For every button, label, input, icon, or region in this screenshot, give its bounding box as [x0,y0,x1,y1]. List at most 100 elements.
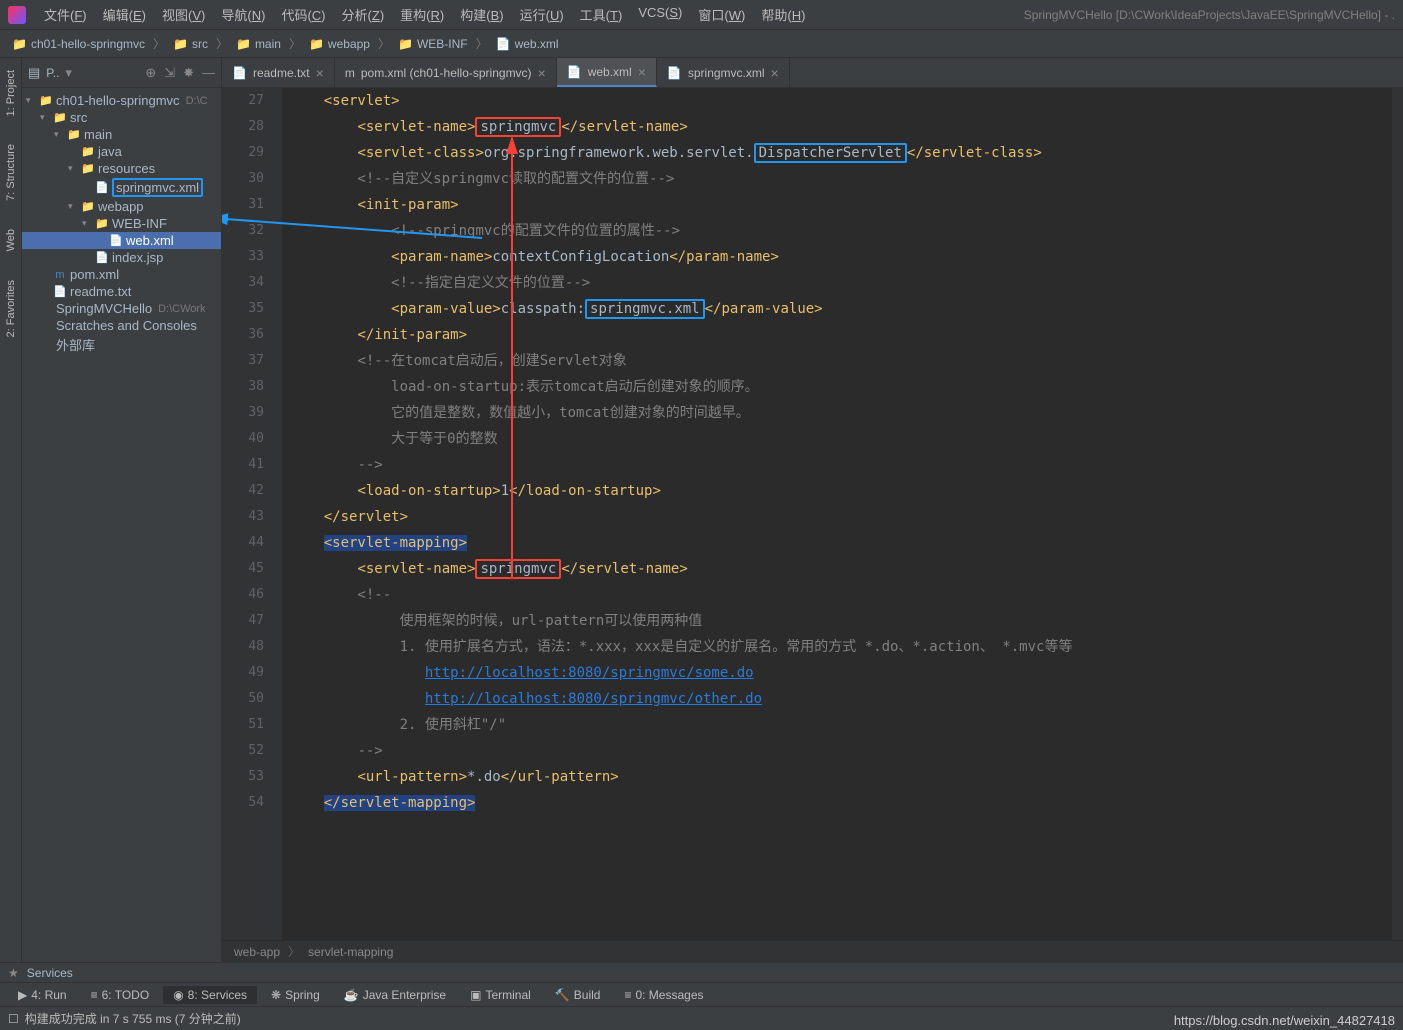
menu-item[interactable]: 工具(T) [574,3,629,26]
tree-node[interactable]: 📄readme.txt [22,283,221,300]
code-line[interactable]: http://localhost:8080/springmvc/some.do [290,660,1391,686]
code-line[interactable]: <servlet-name>springmvc</servlet-name> [290,114,1391,140]
close-icon[interactable]: × [638,64,646,80]
code-line[interactable]: <servlet> [290,88,1391,114]
tree-node[interactable]: ▾📁WEB-INF [22,215,221,232]
breadcrumb-item[interactable]: 📁WEB-INF [394,35,472,53]
editor-tab[interactable]: mpom.xml (ch01-hello-springmvc)× [335,58,557,87]
tree-node[interactable]: ▾📁main [22,126,221,143]
code-line[interactable]: <load-on-startup>1</load-on-startup> [290,478,1391,504]
project-panel-title[interactable]: P.. [46,66,59,80]
close-icon[interactable]: × [771,65,779,81]
breadcrumb-item[interactable]: 📁ch01-hello-springmvc [8,35,149,53]
bottom-tab[interactable]: ▶4: Run [8,986,77,1004]
project-panel: ▤ P.. ▾ ⊕ ⇲ ✸ — ▾📁ch01-hello-springmvcD:… [22,58,222,962]
menu-item[interactable]: 运行(U) [514,3,570,26]
menu-item[interactable]: 分析(Z) [336,3,391,26]
editor-tab[interactable]: 📄readme.txt× [222,58,335,87]
settings-icon[interactable]: ✸ [183,65,194,81]
menu-item[interactable]: 构建(B) [454,3,509,26]
file-icon: 📄 [232,66,247,80]
bottom-tab[interactable]: ▣Terminal [460,986,541,1004]
left-gutter-tab[interactable]: Web [3,225,19,255]
editor-breadcrumb-item[interactable]: servlet-mapping [308,945,393,959]
code-line[interactable]: <init-param> [290,192,1391,218]
code-line[interactable]: <param-name>contextConfigLocation</param… [290,244,1391,270]
code-line[interactable]: 2. 使用斜杠"/" [290,712,1391,738]
code-area[interactable]: <servlet> <servlet-name>springmvc</servl… [282,88,1391,940]
project-tree[interactable]: ▾📁ch01-hello-springmvcD:\C▾📁src▾📁main📁ja… [22,88,221,962]
tree-node[interactable]: 📁java [22,143,221,160]
menu-item[interactable]: 文件(F) [38,3,93,26]
locate-icon[interactable]: ⊕ [145,65,156,81]
code-line[interactable]: <!--指定自定义文件的位置--> [290,270,1391,296]
left-gutter-tab[interactable]: 1: Project [3,66,19,120]
collapse-icon[interactable]: ⇲ [164,65,175,81]
tree-node[interactable]: 外部库 [22,334,221,355]
bottom-tab[interactable]: ≡6: TODO [81,986,160,1004]
code-line[interactable]: 大于等于0的整数 [290,426,1391,452]
bottom-tab[interactable]: ◉8: Services [163,986,257,1004]
menu-item[interactable]: 导航(N) [215,3,271,26]
code-line[interactable]: <!--在tomcat启动后，创建Servlet对象 [290,348,1391,374]
editor-breadcrumb-item[interactable]: web-app [234,945,280,959]
bottom-tab[interactable]: 🔨Build [545,986,611,1004]
code-line[interactable]: <servlet-name>springmvc</servlet-name> [290,556,1391,582]
code-line[interactable]: <param-value>classpath:springmvc.xml</pa… [290,296,1391,322]
menu-item[interactable]: 重构(R) [394,3,450,26]
bottom-tab[interactable]: ≡0: Messages [614,986,713,1004]
editor-content[interactable]: 2728293031323334353637383940414243444546… [222,88,1403,940]
tree-node[interactable]: SpringMVCHelloD:\CWork [22,300,221,317]
menu-item[interactable]: 窗口(W) [692,3,751,26]
tab-icon: ≡ [624,988,631,1002]
star-icon[interactable]: ★ [8,966,19,980]
code-line[interactable]: </servlet-mapping> [290,790,1391,816]
breadcrumb-item[interactable]: 📁main [232,35,285,53]
code-line[interactable]: </init-param> [290,322,1391,348]
tree-node[interactable]: mpom.xml [22,266,221,283]
code-line[interactable]: load-on-startup:表示tomcat启动后创建对象的顺序。 [290,374,1391,400]
tab-icon: ❋ [271,988,281,1002]
menu-item[interactable]: VCS(S) [632,3,688,26]
tree-node[interactable]: 📄index.jsp [22,249,221,266]
tab-icon: ▶ [18,988,27,1002]
editor-tab[interactable]: 📄springmvc.xml× [657,58,790,87]
tree-node[interactable]: 📄springmvc.xml [22,177,221,198]
tree-node[interactable]: ▾📁resources [22,160,221,177]
code-line[interactable]: --> [290,738,1391,764]
code-line[interactable]: </servlet> [290,504,1391,530]
menu-item[interactable]: 视图(V) [156,3,211,26]
editor-tab[interactable]: 📄web.xml× [557,58,657,87]
code-line[interactable]: 它的值是整数，数值越小，tomcat创建对象的时间越早。 [290,400,1391,426]
left-gutter-tab[interactable]: 7: Structure [3,140,19,205]
menu-item[interactable]: 代码(C) [275,3,331,26]
close-icon[interactable]: × [538,65,546,81]
code-line[interactable]: 1. 使用扩展名方式，语法：*.xxx，xxx是自定义的扩展名。常用的方式 *.… [290,634,1391,660]
tree-node[interactable]: ▾📁ch01-hello-springmvcD:\C [22,92,221,109]
code-line[interactable]: --> [290,452,1391,478]
code-line[interactable]: <!--自定义springmvc读取的配置文件的位置--> [290,166,1391,192]
code-line[interactable]: http://localhost:8080/springmvc/other.do [290,686,1391,712]
code-line[interactable]: <!--springmvc的配置文件的位置的属性--> [290,218,1391,244]
tree-node[interactable]: ▾📁src [22,109,221,126]
tree-node[interactable]: 📄web.xml [22,232,221,249]
menu-item[interactable]: 编辑(E) [97,3,152,26]
left-gutter-tab[interactable]: 2: Favorites [3,276,19,341]
code-line[interactable]: <url-pattern>*.do</url-pattern> [290,764,1391,790]
bottom-tab[interactable]: ❋Spring [261,986,330,1004]
code-line[interactable]: <!-- [290,582,1391,608]
tree-node[interactable]: Scratches and Consoles [22,317,221,334]
code-line[interactable]: <servlet-mapping> [290,530,1391,556]
breadcrumb-item[interactable]: 📁webapp [305,35,374,53]
breadcrumb-item[interactable]: 📄web.xml [492,35,563,53]
code-line[interactable]: <servlet-class>org.springframework.web.s… [290,140,1391,166]
tree-node[interactable]: ▾📁webapp [22,198,221,215]
menu-item[interactable]: 帮助(H) [755,3,811,26]
bottom-tab[interactable]: ☕Java Enterprise [334,986,456,1004]
tab-icon: ▣ [470,988,481,1002]
services-label[interactable]: Services [27,966,73,980]
hide-icon[interactable]: — [202,65,215,81]
close-icon[interactable]: × [316,65,324,81]
breadcrumb-item[interactable]: 📁src [169,35,212,53]
code-line[interactable]: 使用框架的时候，url-pattern可以使用两种值 [290,608,1391,634]
